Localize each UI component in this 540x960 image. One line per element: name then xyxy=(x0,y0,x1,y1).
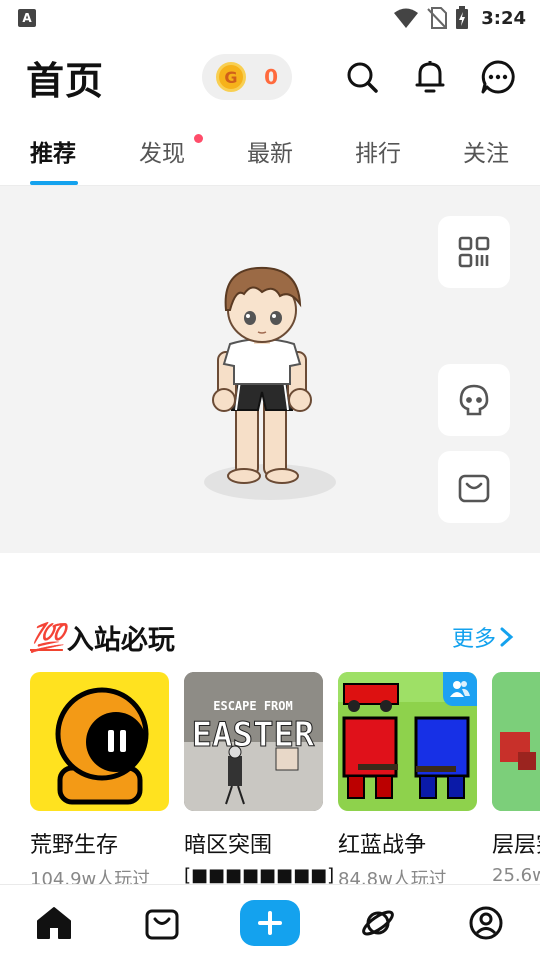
qr-code-button[interactable] xyxy=(438,216,510,288)
game-thumbnail xyxy=(492,672,540,811)
coin-icon: G xyxy=(216,62,246,92)
profile-icon xyxy=(469,906,503,939)
nav-home[interactable] xyxy=(14,891,94,955)
layer-breakout-art xyxy=(492,672,540,811)
tab-label: 发现 xyxy=(139,141,185,167)
shop-button[interactable] xyxy=(438,451,510,523)
bottom-navigation xyxy=(0,884,540,960)
survival-character-art xyxy=(55,687,149,805)
create-button[interactable] xyxy=(240,899,300,946)
chat-bubble-icon xyxy=(481,60,515,94)
tab-recommended[interactable]: 推荐 xyxy=(0,124,108,185)
thumb-title-small: ESCAPE FROM xyxy=(213,699,292,713)
nav-create[interactable] xyxy=(230,891,310,955)
game-card[interactable]: 层层突 25.6w xyxy=(492,672,540,892)
coin-count: 0 xyxy=(264,65,278,89)
game-name: 暗区突围 xyxy=(184,833,273,858)
game-name: 荒野生存 xyxy=(30,833,119,858)
tab-latest[interactable]: 最新 xyxy=(216,124,324,185)
wifi-icon xyxy=(394,8,419,28)
no-sim-icon xyxy=(427,7,448,29)
notification-app-icon: A xyxy=(18,9,36,27)
section-header: 💯 入站必玩 更多 xyxy=(30,612,516,662)
status-time: 3:24 xyxy=(481,7,526,29)
status-bar: A 3:24 xyxy=(0,0,540,36)
qr-code-icon xyxy=(458,236,490,268)
character-edit-button[interactable] xyxy=(438,364,510,436)
more-label: 更多 xyxy=(451,627,496,652)
game-name: 层层突 xyxy=(492,833,540,858)
character-head-icon xyxy=(459,384,489,416)
section-title: 入站必玩 xyxy=(66,624,175,656)
game-list: 荒野生存 104.9w人玩过 ESCAPE FROM EASTER 暗区突围 [… xyxy=(30,672,540,892)
tab-label: 关注 xyxy=(463,141,509,167)
home-screen: A 3:24 首页 G 0 推荐 发现 最新 排行 关注 💯 入站必玩 更多 荒… xyxy=(0,0,540,960)
user-avatar-character[interactable] xyxy=(200,260,340,500)
tab-following[interactable]: 关注 xyxy=(432,124,540,185)
notifications-button[interactable] xyxy=(410,57,450,97)
avatar-showcase xyxy=(0,186,540,553)
hundred-points-icon: 💯 xyxy=(30,620,65,654)
nav-shop[interactable] xyxy=(122,891,202,955)
new-content-dot xyxy=(194,134,203,143)
nav-profile[interactable] xyxy=(446,891,526,955)
search-icon xyxy=(347,62,378,93)
more-link[interactable]: 更多 xyxy=(452,621,516,653)
shopping-bag-icon xyxy=(145,909,179,939)
nav-explore[interactable] xyxy=(338,891,418,955)
multiplayer-badge xyxy=(443,672,477,706)
shopping-bag-icon xyxy=(458,474,490,503)
page-title: 首页 xyxy=(26,58,105,103)
header: 首页 G 0 xyxy=(0,44,540,110)
feed-tabs: 推荐 发现 最新 排行 关注 xyxy=(0,124,540,186)
tab-ranking[interactable]: 排行 xyxy=(324,124,432,185)
game-play-count: 25.6w xyxy=(492,865,540,886)
planet-icon xyxy=(362,910,394,935)
game-thumbnail xyxy=(30,672,169,811)
messages-button[interactable] xyxy=(478,57,518,97)
search-button[interactable] xyxy=(342,57,382,97)
active-tab-indicator xyxy=(30,181,78,185)
battery-charging-icon xyxy=(456,6,469,29)
game-play-count: [■■■■■■■■] xyxy=(184,865,335,886)
game-name: 红蓝战争 xyxy=(338,833,427,858)
game-card[interactable]: ESCAPE FROM EASTER 暗区突围 [■■■■■■■■] xyxy=(184,672,335,892)
tab-label: 最新 xyxy=(247,141,293,167)
tab-label: 推荐 xyxy=(30,141,76,167)
tab-discover[interactable]: 发现 xyxy=(108,124,216,185)
game-card[interactable]: 红蓝战争 84.8w人玩过 xyxy=(338,672,477,892)
chevron-right-icon xyxy=(500,627,514,647)
game-thumbnail xyxy=(338,672,477,811)
game-card[interactable]: 荒野生存 104.9w人玩过 xyxy=(30,672,169,892)
multiplayer-icon xyxy=(450,681,470,697)
plus-icon xyxy=(258,910,282,935)
game-thumbnail: ESCAPE FROM EASTER xyxy=(184,672,323,811)
tab-label: 排行 xyxy=(355,141,401,167)
escape-from-easter-art: ESCAPE FROM EASTER xyxy=(184,672,323,811)
home-icon xyxy=(37,906,71,939)
coin-balance-button[interactable]: G 0 xyxy=(202,54,292,100)
bell-icon xyxy=(415,61,445,93)
